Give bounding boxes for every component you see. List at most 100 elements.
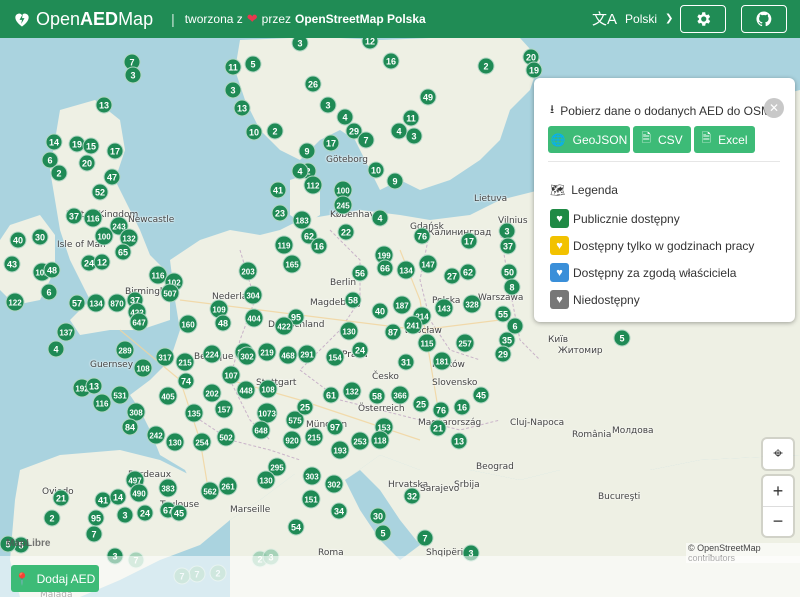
aed-cluster-marker[interactable]: 58 [368,387,386,405]
aed-cluster-marker[interactable]: 134 [396,260,416,280]
aed-cluster-marker[interactable]: 8 [503,278,521,296]
brand[interactable]: OpenAEDMap [12,9,153,30]
aed-cluster-marker[interactable]: 151 [301,489,321,509]
aed-cluster-marker[interactable]: 20 [78,154,96,172]
aed-cluster-marker[interactable]: 13 [95,96,113,114]
aed-cluster-marker[interactable]: 61 [322,386,340,404]
aed-cluster-marker[interactable]: 26 [304,75,322,93]
aed-cluster-marker[interactable]: 302 [237,346,257,366]
aed-cluster-marker[interactable]: 7 [85,525,103,543]
aed-cluster-marker[interactable]: 203 [238,261,258,281]
github-button[interactable] [741,5,787,33]
aed-cluster-marker[interactable]: 257 [455,333,475,353]
zoom-out-button[interactable]: − [763,506,793,536]
aed-cluster-marker[interactable]: 10 [245,123,263,141]
aed-cluster-marker[interactable]: 562 [200,481,220,501]
aed-cluster-marker[interactable]: 130 [256,470,276,490]
aed-cluster-marker[interactable]: 3 [116,506,134,524]
aed-cluster-marker[interactable]: 404 [244,308,264,328]
aed-cluster-marker[interactable]: 5 [374,524,392,542]
aed-cluster-marker[interactable]: 84 [121,418,139,436]
aed-cluster-marker[interactable]: 193 [330,440,350,460]
aed-cluster-marker[interactable]: 17 [322,134,340,152]
aed-cluster-marker[interactable]: 245 [333,195,353,215]
aed-cluster-marker[interactable]: 2 [50,164,68,182]
aed-cluster-marker[interactable]: 66 [376,259,394,277]
aed-cluster-marker[interactable]: 14 [45,133,63,151]
aed-cluster-marker[interactable]: 16 [453,398,471,416]
aed-cluster-marker[interactable]: 76 [432,401,450,419]
aed-cluster-marker[interactable]: 143 [434,298,454,318]
aed-cluster-marker[interactable]: 9 [386,172,404,190]
aed-cluster-marker[interactable]: 31 [397,353,415,371]
aed-cluster-marker[interactable]: 65 [114,243,132,261]
aed-cluster-marker[interactable]: 219 [257,342,277,362]
aed-cluster-marker[interactable]: 52 [91,183,109,201]
aed-cluster-marker[interactable]: 3 [319,96,337,114]
download-csv-button[interactable]: 🗎 CSV [633,126,691,153]
aed-cluster-marker[interactable]: 74 [177,372,195,390]
aed-cluster-marker[interactable]: 215 [304,427,324,447]
aed-cluster-marker[interactable]: 47 [103,168,121,186]
aed-cluster-marker[interactable]: 181 [432,351,452,371]
aed-cluster-marker[interactable]: 13 [233,99,251,117]
aed-cluster-marker[interactable]: 12 [93,253,111,271]
aed-cluster-marker[interactable]: 11 [224,58,242,76]
aed-cluster-marker[interactable]: 2 [43,509,61,527]
aed-cluster-marker[interactable]: 157 [214,399,234,419]
aed-cluster-marker[interactable]: 21 [52,489,70,507]
aed-cluster-marker[interactable]: 147 [418,254,438,274]
aed-cluster-marker[interactable]: 160 [178,314,198,334]
aed-cluster-marker[interactable]: 16 [382,52,400,70]
aed-cluster-marker[interactable]: 507 [160,283,180,303]
aed-cluster-marker[interactable]: 24 [136,504,154,522]
aed-cluster-marker[interactable]: 5 [613,329,631,347]
aed-cluster-marker[interactable]: 49 [419,88,437,106]
aed-cluster-marker[interactable]: 43 [3,255,21,273]
aed-cluster-marker[interactable]: 130 [165,432,185,452]
locate-button[interactable]: ⌖ [763,439,793,469]
aed-cluster-marker[interactable]: 45 [472,386,490,404]
aed-cluster-marker[interactable]: 291 [297,344,317,364]
aed-cluster-marker[interactable]: 289 [115,340,135,360]
aed-cluster-marker[interactable]: 4 [47,340,65,358]
aed-cluster-marker[interactable]: 302 [324,474,344,494]
aed-cluster-marker[interactable]: 366 [390,385,410,405]
download-excel-button[interactable]: 🗎 Excel [694,126,755,153]
aed-cluster-marker[interactable]: 95 [87,509,105,527]
aed-cluster-marker[interactable]: 254 [192,432,212,452]
add-aed-button[interactable]: 📍 Dodaj AED [11,565,99,592]
aed-cluster-marker[interactable]: 21 [429,419,447,437]
aed-cluster-marker[interactable]: 241 [403,315,423,335]
aed-cluster-marker[interactable]: 2 [266,122,284,140]
aed-cluster-marker[interactable]: 119 [274,235,294,255]
aed-cluster-marker[interactable]: 25 [296,398,314,416]
aed-cluster-marker[interactable]: 40 [371,302,389,320]
aed-cluster-marker[interactable]: 383 [158,478,178,498]
aed-cluster-marker[interactable]: 37 [65,207,83,225]
aed-cluster-marker[interactable]: 303 [302,466,322,486]
aed-cluster-marker[interactable]: 112 [303,175,323,195]
aed-cluster-marker[interactable]: 154 [325,347,345,367]
aed-cluster-marker[interactable]: 3 [405,127,423,145]
aed-cluster-marker[interactable]: 108 [258,379,278,399]
aed-cluster-marker[interactable]: 920 [282,430,302,450]
aed-cluster-marker[interactable]: 137 [56,322,76,342]
aed-cluster-marker[interactable]: 17 [106,142,124,160]
zoom-in-button[interactable]: + [763,476,793,506]
aed-cluster-marker[interactable]: 97 [326,418,344,436]
tagline-org-link[interactable]: OpenStreetMap Polska [295,12,426,26]
aed-cluster-marker[interactable]: 107 [221,365,241,385]
aed-cluster-marker[interactable]: 48 [43,261,61,279]
aed-cluster-marker[interactable]: 41 [269,181,287,199]
aed-cluster-marker[interactable]: 215 [175,352,195,372]
aed-cluster-marker[interactable]: 10 [367,161,385,179]
aed-cluster-marker[interactable]: 135 [184,403,204,423]
settings-button[interactable] [680,5,726,33]
aed-cluster-marker[interactable]: 242 [146,425,166,445]
aed-cluster-marker[interactable]: 30 [31,228,49,246]
aed-cluster-marker[interactable]: 224 [202,344,222,364]
aed-cluster-marker[interactable]: 448 [236,380,256,400]
aed-cluster-marker[interactable]: 32 [403,487,421,505]
aed-cluster-marker[interactable]: 647 [129,312,149,332]
